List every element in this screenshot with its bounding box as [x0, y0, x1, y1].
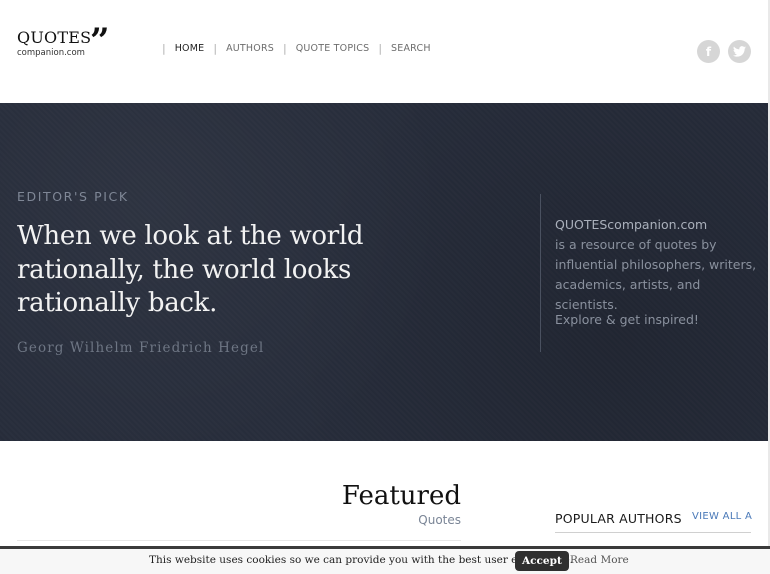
- about-site-name: QUOTEScompanion.com: [555, 217, 708, 232]
- hero-divider: [540, 194, 541, 352]
- view-all-authors-link[interactable]: VIEW ALL AUTHORS: [692, 511, 752, 522]
- nav-item-authors[interactable]: AUTHORS: [226, 43, 274, 54]
- nav-separator: |: [162, 42, 166, 55]
- hero-quote-author[interactable]: Georg Wilhelm Friedrich Hegel: [17, 340, 264, 356]
- cookie-banner: This website uses cookies so we can prov…: [0, 546, 770, 574]
- cookie-read-more-link[interactable]: Read More: [570, 554, 629, 566]
- nav-separator: |: [282, 42, 287, 55]
- cookie-message: This website uses cookies so we can prov…: [149, 554, 574, 566]
- hero-editors-pick: EDITOR'S PICK When we look at the world …: [0, 103, 768, 441]
- popular-authors-divider: [555, 532, 751, 533]
- nav-item-home[interactable]: HOME: [175, 43, 205, 54]
- nav-item-quote-topics[interactable]: QUOTE TOPICS: [296, 43, 370, 54]
- logo-quote-mark-icon: ”: [90, 21, 110, 61]
- logo-subtitle: companion.com: [17, 48, 85, 58]
- facebook-glyph: f: [705, 44, 712, 59]
- cookie-accept-button[interactable]: Accept: [515, 551, 569, 571]
- featured-divider: [17, 540, 461, 541]
- hero-quote[interactable]: When we look at the world rationally, th…: [17, 220, 417, 321]
- nav-separator: |: [378, 42, 383, 55]
- site-logo[interactable]: QUOTES ” companion.com: [17, 24, 110, 58]
- site-about: QUOTEScompanion.com is a resource of quo…: [555, 215, 760, 315]
- about-description: is a resource of quotes by influential p…: [555, 237, 757, 312]
- site-header: QUOTES ” companion.com | HOME | AUTHORS …: [0, 0, 768, 103]
- nav-separator: |: [213, 42, 218, 55]
- hero-eyebrow: EDITOR'S PICK: [17, 189, 129, 204]
- twitter-icon[interactable]: [728, 40, 751, 63]
- featured-heading: Featured: [341, 481, 461, 511]
- logo-text: QUOTES: [17, 28, 92, 47]
- twitter-bird-icon: [733, 46, 746, 57]
- popular-authors-heading: POPULAR AUTHORS: [555, 511, 682, 526]
- page: QUOTES ” companion.com | HOME | AUTHORS …: [0, 0, 768, 574]
- explore-link[interactable]: Explore & get inspired!: [555, 312, 699, 327]
- nav-item-search[interactable]: SEARCH: [391, 43, 431, 54]
- facebook-icon[interactable]: f: [697, 40, 720, 63]
- featured-subheading: Quotes: [418, 513, 461, 527]
- main-nav: | HOME | AUTHORS | QUOTE TOPICS | SEARCH: [153, 42, 431, 55]
